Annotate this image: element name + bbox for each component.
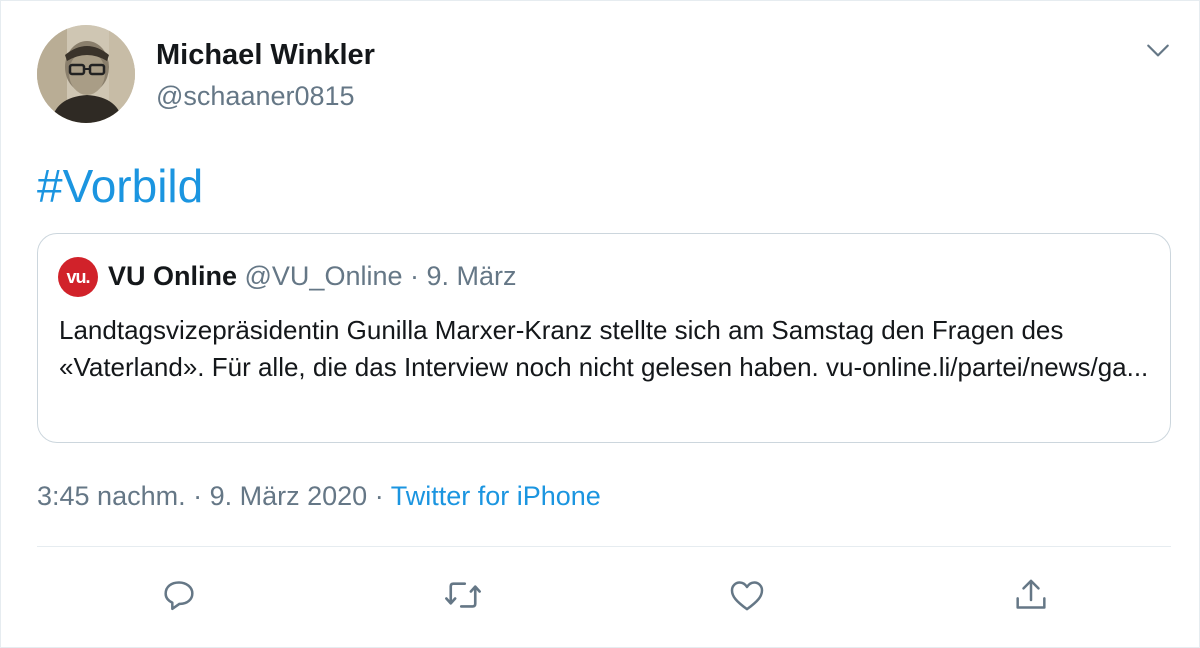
divider <box>37 546 1171 547</box>
separator-dot: · <box>367 481 391 511</box>
share-button[interactable] <box>1009 573 1053 617</box>
tweet-time[interactable]: 3:45 nachm. <box>37 481 186 511</box>
quoted-author-name: VU Online <box>108 261 238 291</box>
chevron-down-icon[interactable] <box>1141 33 1175 67</box>
reply-button[interactable] <box>157 573 201 617</box>
tweet-card: Michael Winkler @schaaner0815 #Vorbild v… <box>0 0 1200 648</box>
avatar-photo <box>37 25 135 123</box>
tweet-source-link[interactable]: Twitter for iPhone <box>391 481 601 511</box>
tweet-timestamp-line: 3:45 nachm. · 9. März 2020 · Twitter for… <box>37 481 601 512</box>
author-handle[interactable]: @schaaner0815 <box>156 81 355 112</box>
separator-dot: · <box>185 481 210 511</box>
author-name[interactable]: Michael Winkler <box>156 39 375 72</box>
author-avatar[interactable] <box>37 25 135 123</box>
vu-logo: vu. <box>58 257 98 297</box>
retweet-button[interactable] <box>441 573 485 617</box>
quoted-tweet-header: VU Online @VU_Online · 9. März <box>108 261 517 292</box>
quoted-tweet[interactable]: vu. VU Online @VU_Online · 9. März Landt… <box>37 233 1171 443</box>
retweet-icon <box>445 582 481 608</box>
quoted-author-meta: @VU_Online · 9. März <box>237 261 517 291</box>
hashtag-link[interactable]: #Vorbild <box>37 159 203 213</box>
heart-icon <box>730 581 764 611</box>
vu-logo-text: vu. <box>66 266 90 287</box>
tweet-date[interactable]: 9. März 2020 <box>210 481 368 511</box>
like-button[interactable] <box>725 573 769 617</box>
reply-icon <box>164 581 194 611</box>
share-icon <box>1016 579 1046 609</box>
quoted-tweet-text: Landtagsvizepräsidentin Gunilla Marxer-K… <box>59 315 1149 382</box>
